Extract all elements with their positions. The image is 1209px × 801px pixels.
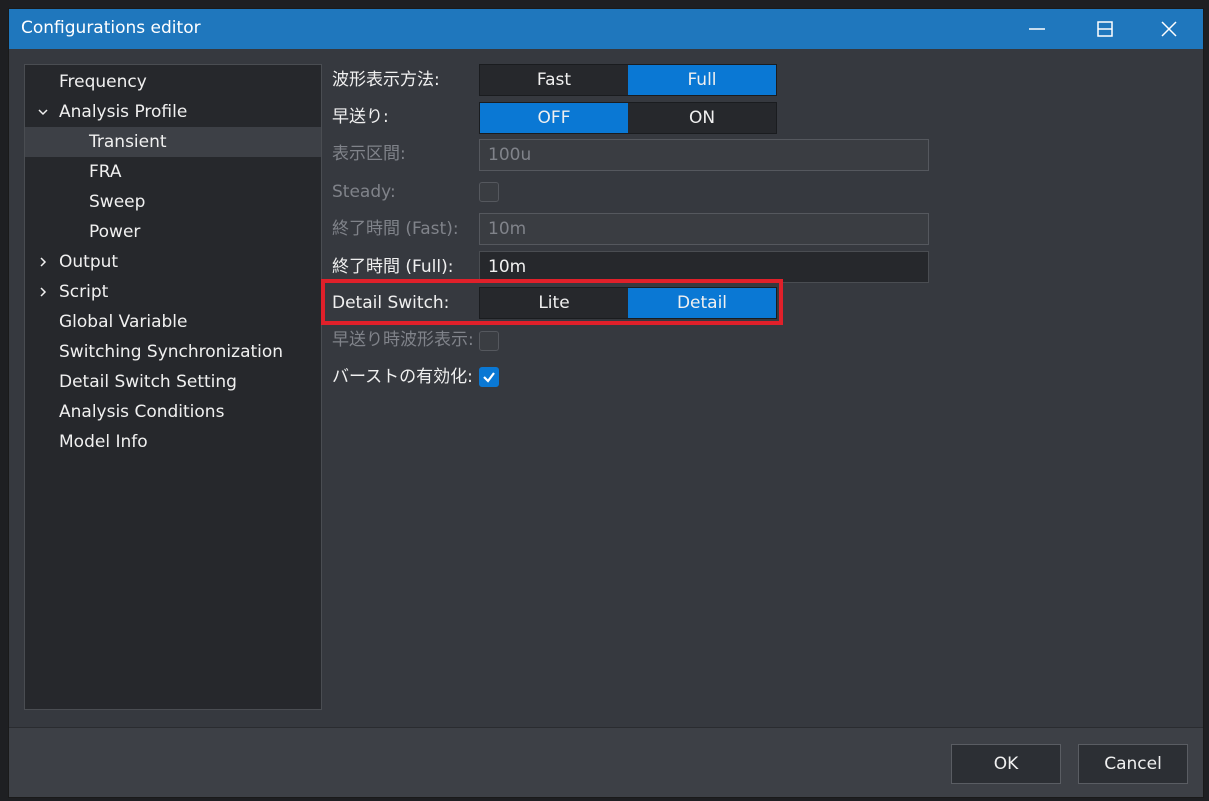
tree-item-label: Output (59, 252, 119, 272)
steady-label: Steady: (332, 182, 396, 202)
ok-button[interactable]: OK (951, 744, 1061, 784)
steady-checkbox[interactable] (479, 182, 499, 202)
maximize-icon (1097, 21, 1113, 37)
end-time-fast-label: 終了時間 (Fast): (332, 219, 459, 239)
burst-enable-label: バーストの有効化: (332, 367, 473, 387)
chevron-down-icon[interactable] (35, 97, 51, 127)
tree-item-label: Sweep (89, 192, 146, 212)
checkmark-icon (483, 372, 495, 383)
tree-item-sweep[interactable]: Sweep (25, 187, 321, 217)
cancel-button[interactable]: Cancel (1078, 744, 1188, 784)
tree-item-label: Switching Synchronization (59, 342, 284, 362)
tree-item-label: Global Variable (59, 312, 188, 332)
minimize-button[interactable] (1005, 9, 1069, 49)
maximize-button[interactable] (1073, 9, 1137, 49)
burst-enable-checkbox[interactable] (479, 367, 499, 387)
waveform-method-full-option[interactable]: Full (628, 65, 776, 95)
waveform-method-label: 波形表示方法: (332, 70, 440, 90)
tree-item-switching-synchronization[interactable]: Switching Synchronization (25, 337, 321, 367)
configurations-editor-window: Configurations editor Frequency Analysis… (8, 8, 1204, 798)
tree-item-detail-switch-setting[interactable]: Detail Switch Setting (25, 367, 321, 397)
highlight-box (321, 279, 783, 325)
ff-waveform-display-checkbox[interactable] (479, 331, 499, 351)
display-interval-label: 表示区間: (332, 144, 406, 164)
window-title: Configurations editor (21, 18, 201, 38)
tree-item-label: Power (89, 222, 141, 242)
display-interval-field[interactable]: 100u (479, 139, 929, 171)
chevron-right-icon[interactable] (35, 247, 51, 277)
tree-item-global-variable[interactable]: Global Variable (25, 307, 321, 337)
settings-tree: Frequency Analysis Profile Transient FRA… (24, 64, 322, 710)
tree-item-transient[interactable]: Transient (25, 127, 321, 157)
tree-item-label: Transient (89, 132, 167, 152)
tree-item-power[interactable]: Power (25, 217, 321, 247)
tree-item-label: Analysis Profile (59, 102, 188, 122)
waveform-method-fast-option[interactable]: Fast (480, 65, 628, 95)
fast-forward-label: 早送り: (332, 107, 389, 127)
waveform-method-toggle: Fast Full (479, 64, 777, 96)
fast-forward-on-option[interactable]: ON (628, 103, 776, 133)
tree-item-fra[interactable]: FRA (25, 157, 321, 187)
tree-item-analysis-profile[interactable]: Analysis Profile (25, 97, 321, 127)
tree-item-label: Model Info (59, 432, 148, 452)
ff-waveform-display-label: 早送り時波形表示: (332, 330, 474, 350)
tree-item-label: Analysis Conditions (59, 402, 225, 422)
chevron-right-icon[interactable] (35, 277, 51, 307)
tree-item-output[interactable]: Output (25, 247, 321, 277)
fast-forward-toggle: OFF ON (479, 102, 777, 134)
close-icon (1161, 21, 1177, 37)
tree-item-label: Frequency (59, 72, 147, 92)
tree-item-script[interactable]: Script (25, 277, 321, 307)
end-time-fast-field[interactable]: 10m (479, 213, 929, 245)
tree-item-frequency[interactable]: Frequency (25, 67, 321, 97)
minimize-icon (1029, 28, 1045, 30)
tree-item-label: Script (59, 282, 109, 302)
fast-forward-off-option[interactable]: OFF (480, 103, 628, 133)
close-button[interactable] (1137, 9, 1201, 49)
tree-item-model-info[interactable]: Model Info (25, 427, 321, 457)
tree-item-label: FRA (89, 162, 122, 182)
tree-item-label: Detail Switch Setting (59, 372, 237, 392)
end-time-full-label: 終了時間 (Full): (332, 257, 454, 277)
tree-item-analysis-conditions[interactable]: Analysis Conditions (25, 397, 321, 427)
